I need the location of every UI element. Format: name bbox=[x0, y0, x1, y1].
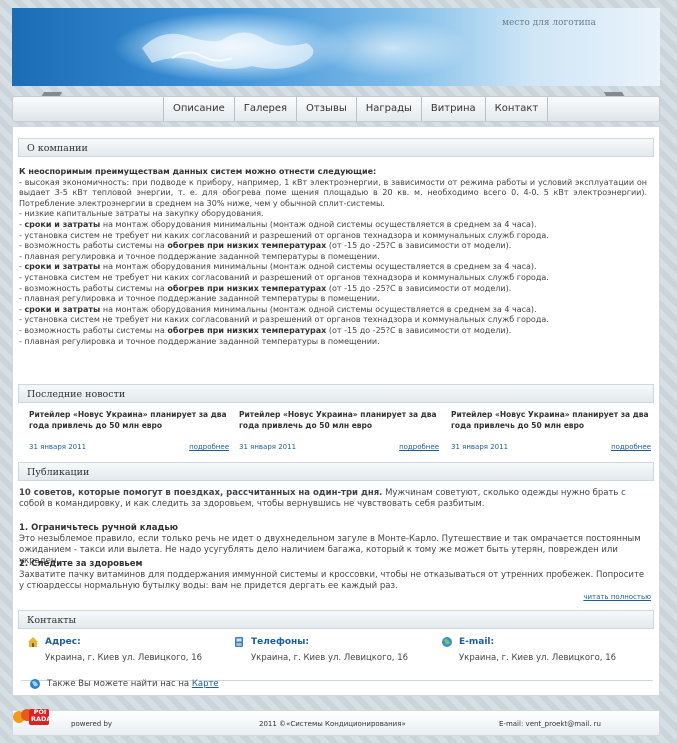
publication-heading-2: 2. Следите за здоровьем bbox=[19, 559, 143, 569]
logo-placeholder[interactable]: место для логотипа bbox=[502, 18, 596, 28]
about-block-1: - сроки и затраты на монтаж оборудования… bbox=[19, 219, 549, 261]
footer: POI RADAR powered by 2011 ©«Системы Конд… bbox=[12, 709, 660, 736]
globe-icon bbox=[442, 637, 452, 647]
footer-email: E-mail: vent_proekt@mail. ru bbox=[499, 720, 601, 728]
nav-tab-showcase[interactable]: Витрина bbox=[420, 97, 485, 121]
news-more-link[interactable]: подробнее bbox=[399, 443, 439, 451]
news-item: Ритейлер «Новус Украина» планирует за дв… bbox=[239, 410, 439, 451]
about-block-3: - сроки и затраты на монтаж оборудования… bbox=[19, 304, 549, 346]
about-section-title: О компании bbox=[18, 138, 654, 157]
about-economy: - высокая экономичность: при подводе к п… bbox=[19, 177, 647, 208]
nav-tab-reviews[interactable]: Отзывы bbox=[296, 97, 356, 121]
copyright: 2011 ©«Системы Кондиционирования» bbox=[259, 720, 406, 728]
about-text: К неоспоримым преимуществам данных систе… bbox=[19, 167, 647, 347]
nav-tab-description[interactable]: Описание bbox=[163, 97, 234, 121]
publications-section-title: Публикации bbox=[18, 462, 654, 481]
nav-tab-awards[interactable]: Награды bbox=[355, 97, 421, 121]
news-item: Ритейлер «Новус Украина» планирует за дв… bbox=[451, 410, 651, 451]
nav-tab-contact[interactable]: Контакт bbox=[484, 97, 549, 121]
main-navigation: Описание Галерея Отзывы Награды Витрина … bbox=[12, 96, 660, 122]
world-map-icon bbox=[142, 32, 314, 69]
nav-tab-gallery[interactable]: Галерея bbox=[233, 97, 297, 121]
map-line-text: Также Вы можете найти нас на Карте bbox=[29, 679, 219, 689]
footer-email-value[interactable]: vent_proekt@mail. ru bbox=[526, 720, 601, 728]
news-section-title: Последние новости bbox=[18, 384, 654, 403]
globe-icon bbox=[30, 679, 40, 689]
read-more-link[interactable]: читать полностью bbox=[583, 593, 651, 601]
publication-lead: 10 советов, которые помогут в поездках, … bbox=[19, 488, 626, 509]
publication-text-2: Захватите пачку витаминов для поддержани… bbox=[19, 570, 645, 591]
content-area: О компании К неоспоримым преимуществам д… bbox=[12, 126, 660, 696]
banner-glow bbox=[312, 18, 472, 78]
contacts-section-title: Контакты bbox=[18, 610, 654, 629]
news-item: Ритейлер «Новус Украина» планирует за дв… bbox=[29, 410, 229, 451]
phone-icon bbox=[235, 637, 243, 647]
about-capital: - низкие капитальные затраты на закупку … bbox=[19, 209, 264, 219]
news-more-link[interactable]: подробнее bbox=[611, 443, 651, 451]
publication-heading-1: 1. Ограничьтесь ручной кладью bbox=[19, 523, 179, 533]
poi-radar-logo[interactable]: POI RADAR bbox=[11, 703, 56, 729]
home-icon bbox=[28, 637, 38, 647]
about-intro: К неоспоримым преимуществам данных систе… bbox=[19, 167, 377, 176]
news-more-link[interactable]: подробнее bbox=[189, 443, 229, 451]
about-block-2: - сроки и затраты на монтаж оборудования… bbox=[19, 262, 549, 304]
powered-by: powered by bbox=[71, 720, 113, 728]
map-link[interactable]: Карте bbox=[192, 679, 219, 689]
header-banner: место для логотипа bbox=[12, 8, 660, 86]
